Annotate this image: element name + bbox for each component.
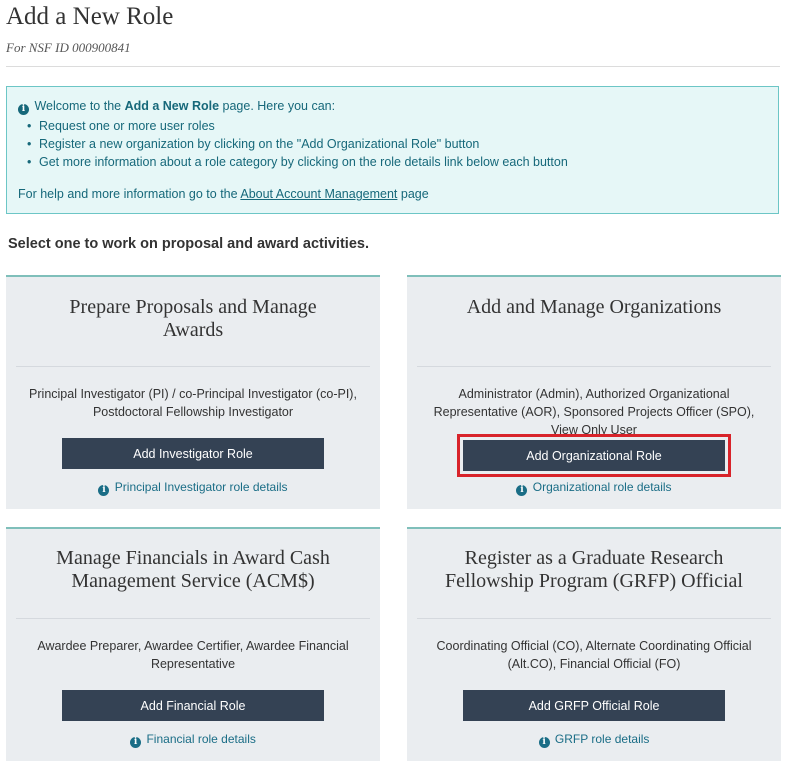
card-link-label: GRFP role details [554,732,650,746]
card-link-label: Principal Investigator role details [114,480,288,494]
about-account-management-link[interactable]: About Account Management [240,187,397,201]
card-link-label: Financial role details [146,732,256,746]
section-heading: Select one to work on proposal and award… [8,236,369,252]
financial-role-details-link[interactable]: i Financial role details [6,732,380,748]
investigator-role-details-link[interactable]: i Principal Investigator role details [6,480,380,496]
info-bullet: Register a new organization by clicking … [39,135,568,153]
card-investigator: Prepare Proposals and Manage Awards Prin… [6,275,380,509]
info-bullet-list: Request one or more user roles Register … [39,117,568,171]
organizational-role-details-link[interactable]: i Organizational role details [407,480,781,496]
card-divider [417,618,771,619]
info-bullet: Get more information about a role catego… [39,153,568,171]
info-bullet: Request one or more user roles [39,117,568,135]
card-description: Principal Investigator (PI) / co-Princip… [29,387,357,419]
card-description: Administrator (Admin), Authorized Organi… [433,387,755,437]
grfp-role-details-link[interactable]: i GRFP role details [407,732,781,748]
add-organizational-role-button[interactable]: Add Organizational Role [457,434,731,477]
card-link-label: Organizational role details [532,480,672,494]
add-grfp-official-role-button[interactable]: Add GRFP Official Role [463,690,725,721]
info-circle-icon: i [538,737,550,748]
info-circle-icon: i [18,104,29,115]
card-title: Prepare Proposals and Manage Awards [69,296,317,341]
add-financial-role-button[interactable]: Add Financial Role [62,690,324,721]
card-title: Register as a Graduate Research Fellowsh… [445,547,743,592]
info-help-suffix: page [397,187,429,201]
info-circle-icon: i [516,485,528,496]
card-description: Coordinating Official (CO), Alternate Co… [436,639,752,671]
card-divider [417,366,771,367]
card-title: Manage Financials in Award Cash Manageme… [56,547,330,592]
info-welcome: i Welcome to the Add a New Role page. He… [18,99,335,115]
info-welcome-suffix: page. Here you can: [219,99,336,113]
card-title: Add and Manage Organizations [466,296,722,318]
info-circle-icon: i [130,737,142,748]
page-title: Add a New Role [6,3,174,30]
card-description: Awardee Preparer, Awardee Certifier, Awa… [37,639,349,671]
card-financials: Manage Financials in Award Cash Manageme… [6,527,380,761]
header-divider [6,66,780,67]
info-welcome-prefix: Welcome to the [34,99,125,113]
card-grfp: Register as a Graduate Research Fellowsh… [407,527,781,761]
info-circle-icon: i [98,485,110,496]
info-box: i Welcome to the Add a New Role page. He… [6,86,779,214]
add-investigator-role-button[interactable]: Add Investigator Role [62,438,324,469]
page-subtitle: For NSF ID 000900841 [6,40,131,55]
card-divider [16,618,370,619]
card-divider [16,366,370,367]
info-help-line: For help and more information go to the … [18,187,429,201]
card-organizations: Add and Manage Organizations Administrat… [407,275,781,509]
info-welcome-bold: Add a New Role [124,99,220,113]
info-help-prefix: For help and more information go to the [18,187,241,201]
